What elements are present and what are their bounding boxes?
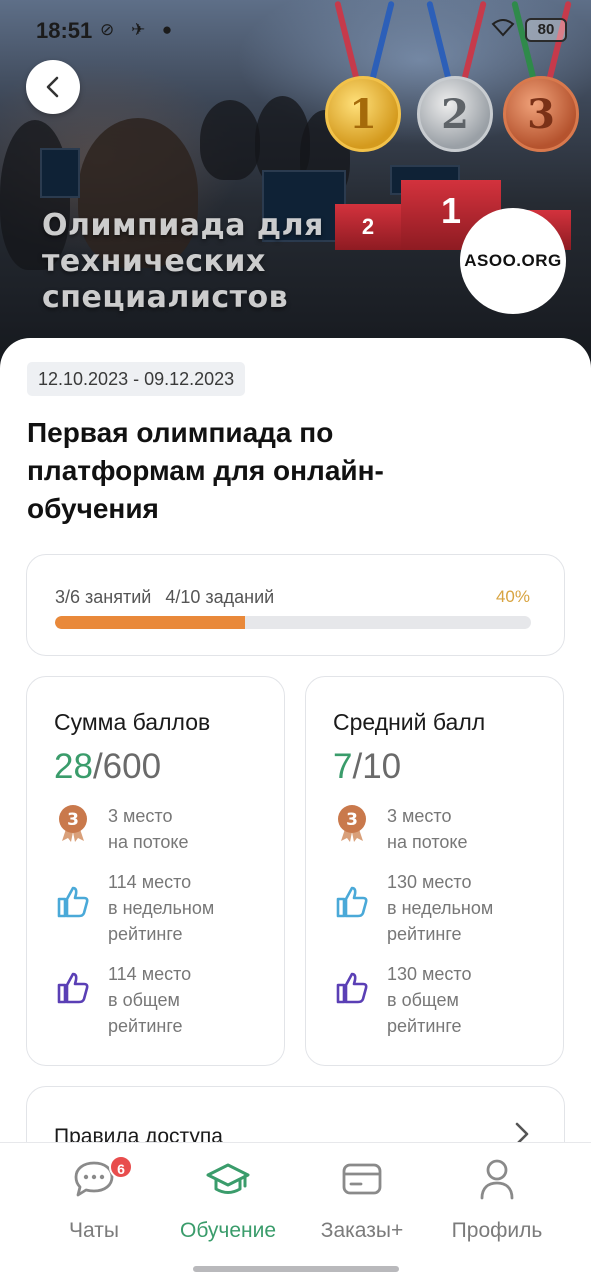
average-score-card: Средний балл 7/10 3 3 место на потоке 130…	[305, 676, 564, 1066]
stat-label: Средний балл	[333, 709, 486, 735]
progress-card: 3/6 занятий 4/10 заданий 40%	[26, 554, 565, 656]
course-details: 12.10.2023 - 09.12.2023 Первая олимпиада…	[0, 338, 591, 1206]
rank-place: 3 место	[387, 806, 452, 826]
rank-stream: 3 3 место на потоке	[54, 803, 274, 855]
rank-scope: в общем рейтинге	[387, 990, 462, 1036]
nav-label: Обучение	[179, 1219, 277, 1242]
rank-scope: на потоке	[387, 832, 468, 852]
lessons-progress: 3/6 занятий	[55, 587, 152, 607]
chats-unread-badge: 6	[109, 1155, 133, 1179]
rank-scope: в общем рейтинге	[108, 990, 183, 1036]
rank-place: 130 место	[387, 964, 472, 984]
status-bar: 18:51 ⊘ ✈ ● 80	[0, 0, 591, 60]
nav-item-orders[interactable]: Заказы+	[297, 1157, 427, 1243]
rank-scope: в недельном рейтинге	[387, 898, 494, 944]
thumbs-up-icon	[336, 972, 368, 1004]
stat-value: 28/600	[54, 747, 162, 786]
rank-weekly: 114 место в недельном рейтинге	[54, 869, 274, 947]
nav-item-chats[interactable]: 6 Чаты	[29, 1155, 159, 1243]
rank-place: 114 место	[108, 964, 192, 984]
svg-text:3: 3	[67, 810, 79, 830]
rank-scope: на потоке	[108, 832, 189, 852]
stat-value: 7/10	[333, 747, 402, 786]
profile-icon	[480, 1159, 514, 1200]
nav-label: Профиль	[451, 1219, 543, 1242]
card-icon	[342, 1163, 382, 1195]
status-time: 18:51	[36, 18, 93, 43]
nav-item-learning[interactable]: Обучение	[163, 1157, 293, 1243]
nav-item-profile[interactable]: Профиль	[432, 1157, 562, 1243]
rank-place: 3 место	[108, 806, 173, 826]
stat-label: Сумма баллов	[54, 709, 211, 735]
silver-medal-icon: 2	[417, 76, 493, 152]
tasks-progress: 4/10 заданий	[165, 587, 275, 607]
course-title: Первая олимпиада по платформам для онлай…	[27, 417, 384, 524]
progress-percent: 40%	[495, 587, 530, 606]
progress-bar	[55, 616, 531, 629]
banner-monitor	[40, 148, 80, 198]
home-indicator[interactable]	[193, 1266, 399, 1272]
back-button[interactable]	[26, 60, 80, 114]
graduation-cap-icon	[206, 1163, 250, 1194]
rank-overall: 114 место в общем рейтинге	[54, 961, 274, 1039]
battery-indicator: 80	[525, 18, 567, 42]
banner-title: Олимпиада для технических специалистов	[42, 208, 324, 315]
rank-place: 130 место	[387, 872, 472, 892]
organizer-logo-text: ASOO.ORG	[464, 251, 562, 270]
rank-stream: 3 3 место на потоке	[333, 803, 553, 855]
chevron-left-icon	[46, 76, 59, 98]
notification-icons: ⊘ ✈ ●	[100, 20, 179, 39]
bronze-medal-icon: 3	[59, 805, 87, 842]
thumbs-up-icon	[57, 886, 89, 918]
nav-label: Чаты	[69, 1219, 119, 1242]
bottom-navigation: 6 Чаты Обучение Заказы+ Профиль	[0, 1142, 591, 1280]
date-range-badge: 12.10.2023 - 09.12.2023	[27, 362, 246, 396]
course-banner: 1 2 3 2 1 3 Олимпиада для технических сп…	[0, 0, 591, 370]
thumbs-up-icon	[336, 886, 368, 918]
bronze-medal-icon: 3	[503, 76, 579, 152]
rank-scope: в недельном рейтинге	[108, 898, 215, 944]
organizer-logo: ASOO.ORG	[460, 208, 566, 314]
rank-place: 114 место	[108, 872, 192, 892]
progress-bar-fill	[55, 616, 246, 629]
rank-weekly: 130 место в недельном рейтинге	[333, 869, 553, 947]
bronze-medal-icon: 3	[338, 805, 366, 842]
total-score-card: Сумма баллов 28/600 3 3 место на потоке 1…	[26, 676, 285, 1066]
nav-label: Заказы+	[320, 1219, 404, 1242]
wifi-icon	[491, 18, 515, 42]
gold-medal-icon: 1	[325, 76, 401, 152]
rank-overall: 130 место в общем рейтинге	[333, 961, 553, 1039]
thumbs-up-icon	[57, 972, 89, 1004]
banner-person	[200, 100, 260, 180]
svg-text:3: 3	[346, 810, 358, 830]
